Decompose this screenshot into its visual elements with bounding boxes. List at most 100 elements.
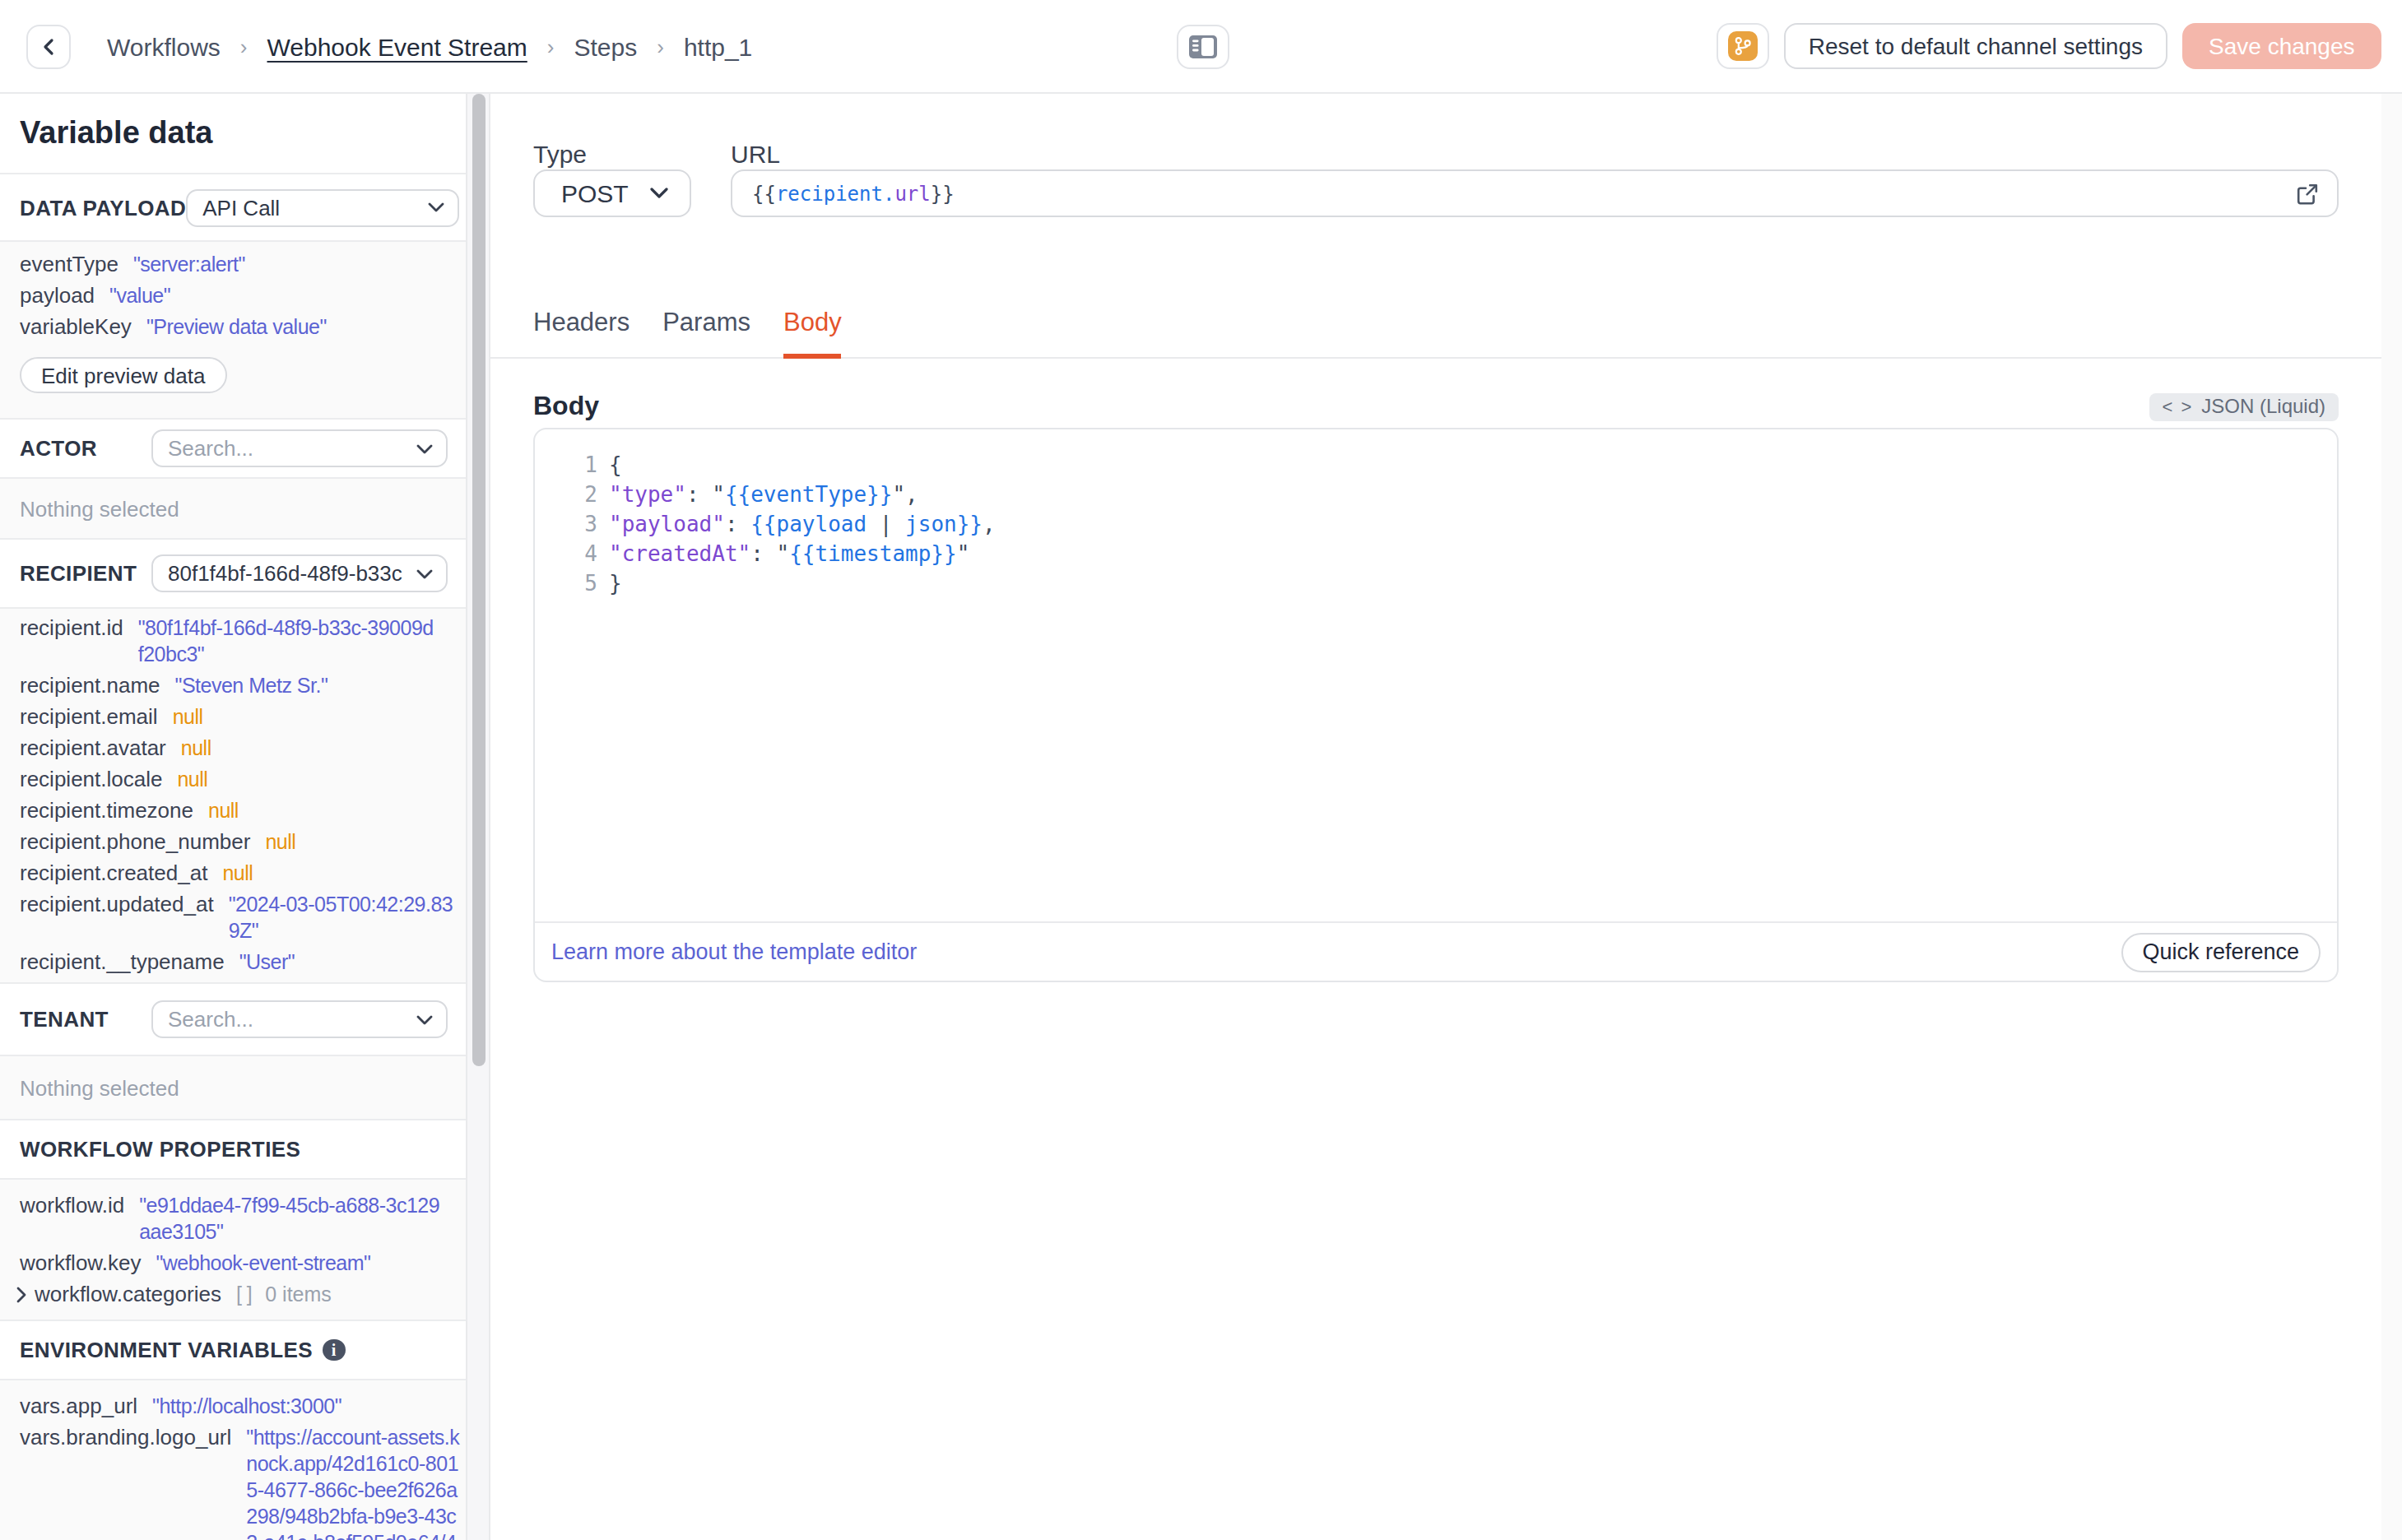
data-payload-row: DATA PAYLOAD API Call bbox=[0, 173, 466, 240]
tab-params[interactable]: Params bbox=[662, 308, 750, 359]
commit-branch-icon bbox=[1728, 31, 1758, 61]
editor-footer: Learn more about the template editor Qui… bbox=[535, 921, 2337, 981]
data-payload-label: DATA PAYLOAD bbox=[20, 195, 186, 220]
save-changes-button[interactable]: Save changes bbox=[2182, 23, 2381, 69]
external-link-icon[interactable] bbox=[2296, 182, 2319, 205]
tab-body[interactable]: Body bbox=[783, 308, 842, 359]
info-icon[interactable]: i bbox=[323, 1339, 345, 1361]
back-button[interactable] bbox=[26, 24, 71, 68]
actor-select[interactable]: Search... bbox=[151, 429, 448, 467]
quick-reference-button[interactable]: Quick reference bbox=[2121, 932, 2321, 972]
version-button[interactable] bbox=[1717, 23, 1769, 69]
kv-value: "webhook-event-stream" bbox=[156, 1250, 370, 1277]
reset-default-channel-settings-button[interactable]: Reset to default channel settings bbox=[1784, 23, 2167, 69]
code-line: 3"payload": {{payload | json}}, bbox=[535, 510, 2337, 540]
kv-row: recipient.locale null bbox=[20, 767, 446, 793]
chevron-down-icon bbox=[416, 1014, 433, 1024]
actor-row: ACTOR Search... bbox=[0, 418, 466, 477]
kv-row: workflow.categories[ ]0 items bbox=[20, 1282, 446, 1308]
tenant-empty-text: Nothing selected bbox=[20, 1063, 446, 1112]
kv-value: null bbox=[181, 735, 211, 762]
kv-key: vars.branding.logo_url bbox=[20, 1425, 231, 1451]
kv-row: eventType"server:alert" bbox=[20, 252, 446, 278]
sidebar-toggle-button[interactable] bbox=[1177, 25, 1229, 69]
kv-row: payload"value" bbox=[20, 283, 446, 309]
kv-value: null bbox=[177, 767, 207, 793]
payload-preview-panel: eventType"server:alert" payload"value" var… bbox=[0, 240, 466, 418]
variable-data-sidebar: Variable data DATA PAYLOAD API Call even… bbox=[0, 94, 467, 1540]
breadcrumb-step-name[interactable]: http_1 bbox=[684, 32, 752, 60]
recipient-select[interactable]: 80f1f4bf-166d-48f9-b33c bbox=[151, 554, 448, 592]
kv-key: recipient.__typename bbox=[20, 949, 225, 976]
kv-value: null bbox=[265, 829, 295, 856]
actor-label: ACTOR bbox=[20, 436, 97, 461]
actor-placeholder: Search... bbox=[168, 436, 407, 461]
breadcrumb-workflow-name[interactable]: Webhook Event Stream bbox=[267, 32, 527, 60]
recipient-selected-value: 80f1f4bf-166d-48f9-b33c bbox=[168, 561, 407, 586]
kv-value: [ ] bbox=[236, 1282, 252, 1308]
sidebar-scrollbar-track[interactable] bbox=[467, 94, 490, 1540]
tab-headers[interactable]: Headers bbox=[533, 308, 630, 359]
kv-key: workflow.key bbox=[20, 1250, 141, 1277]
sidebar-title: Variable data bbox=[0, 94, 466, 173]
recipient-rows: recipient.id"80f1f4bf-166d-48f9-b33c-390… bbox=[20, 615, 446, 976]
kv-row: recipient.updated_at"2024-03-05T00:42:29… bbox=[20, 892, 446, 944]
line-number: 2 bbox=[535, 480, 597, 510]
kv-key: eventType bbox=[20, 252, 118, 278]
code-line: 1{ bbox=[535, 451, 2337, 480]
kv-key: recipient.id bbox=[20, 615, 123, 642]
kv-key: recipient.created_at bbox=[20, 860, 207, 887]
data-payload-selected-value: API Call bbox=[202, 195, 418, 220]
url-field: URL {{recipient.url}} bbox=[731, 140, 2339, 217]
method-value: POST bbox=[561, 179, 629, 207]
url-value: {{recipient.url}} bbox=[752, 182, 955, 205]
breadcrumb-workflows[interactable]: Workflows bbox=[107, 32, 221, 60]
kv-value: "2024-03-05T00:42:29.83 9Z" bbox=[229, 892, 453, 944]
code-line: 2"type": "{{eventType}}", bbox=[535, 480, 2337, 510]
workflow-properties-label: WORKFLOW PROPERTIES bbox=[20, 1137, 300, 1162]
url-label: URL bbox=[731, 140, 2339, 169]
tenant-placeholder: Search... bbox=[168, 1007, 407, 1032]
breadcrumb-steps[interactable]: Steps bbox=[574, 32, 637, 60]
kv-row: recipient.created_atnull bbox=[20, 860, 446, 887]
template-editor-docs-link[interactable]: Learn more about the template editor bbox=[551, 939, 917, 964]
url-input[interactable]: {{recipient.url}} bbox=[731, 169, 2339, 217]
tenant-label: TENANT bbox=[20, 1007, 109, 1032]
kv-key: variableKey bbox=[20, 314, 132, 341]
tenant-select[interactable]: Search... bbox=[151, 1000, 448, 1038]
chevron-left-icon bbox=[39, 37, 58, 55]
kv-row: vars.app_url"http://localhost:3000" bbox=[20, 1394, 446, 1420]
tenant-empty-panel: Nothing selected bbox=[0, 1055, 466, 1119]
breadcrumb-separator: › bbox=[547, 34, 555, 58]
tenant-row: TENANT Search... bbox=[0, 982, 466, 1055]
kv-value: "Steven Metz Sr." bbox=[175, 673, 328, 699]
code-icon: < > bbox=[2162, 397, 2193, 416]
breadcrumb: Workflows › Webhook Event Stream › Steps… bbox=[107, 32, 752, 60]
code-editor[interactable]: 1{2"type": "{{eventType}}",3"payload": {… bbox=[535, 429, 2337, 921]
kv-key: payload bbox=[20, 283, 95, 309]
method-select[interactable]: POST bbox=[533, 169, 691, 217]
recipient-data-panel: recipient.id"80f1f4bf-166d-48f9-b33c-390… bbox=[0, 607, 466, 982]
recipient-label: RECIPIENT bbox=[20, 561, 137, 586]
kv-key: recipient.updated_at bbox=[20, 892, 214, 918]
data-payload-select[interactable]: API Call bbox=[186, 188, 459, 226]
kv-key: recipient.avatar bbox=[20, 735, 166, 762]
main-scrollbar-gutter[interactable] bbox=[2381, 94, 2402, 1540]
edit-preview-data-button[interactable]: Edit preview data bbox=[20, 357, 226, 393]
chevron-down-icon bbox=[416, 443, 433, 453]
kv-row: workflow.key "webhook-event-stream" bbox=[20, 1250, 446, 1277]
chevron-right-icon[interactable] bbox=[15, 1287, 28, 1303]
environment-variables-panel: vars.app_url"http://localhost:3000" vars.… bbox=[0, 1379, 466, 1540]
top-bar: Workflows › Webhook Event Stream › Steps… bbox=[0, 0, 2402, 94]
kv-key: recipient.locale bbox=[20, 767, 162, 793]
kv-row: recipient.avatar null bbox=[20, 735, 446, 762]
recipient-row: RECIPIENT 80f1f4bf-166d-48f9-b33c bbox=[0, 538, 466, 607]
payload-preview-rows: eventType"server:alert" payload"value" var… bbox=[20, 252, 446, 341]
actor-empty-text: Nothing selected bbox=[20, 485, 446, 531]
body-section-title: Body bbox=[533, 392, 599, 421]
actor-empty-panel: Nothing selected bbox=[0, 477, 466, 538]
template-editor: 1{2"type": "{{eventType}}",3"payload": {… bbox=[533, 428, 2339, 982]
sidebar-scrollbar-thumb[interactable] bbox=[472, 94, 486, 1066]
kv-key: recipient.phone_number bbox=[20, 829, 250, 856]
type-field: Type POST bbox=[533, 140, 691, 217]
